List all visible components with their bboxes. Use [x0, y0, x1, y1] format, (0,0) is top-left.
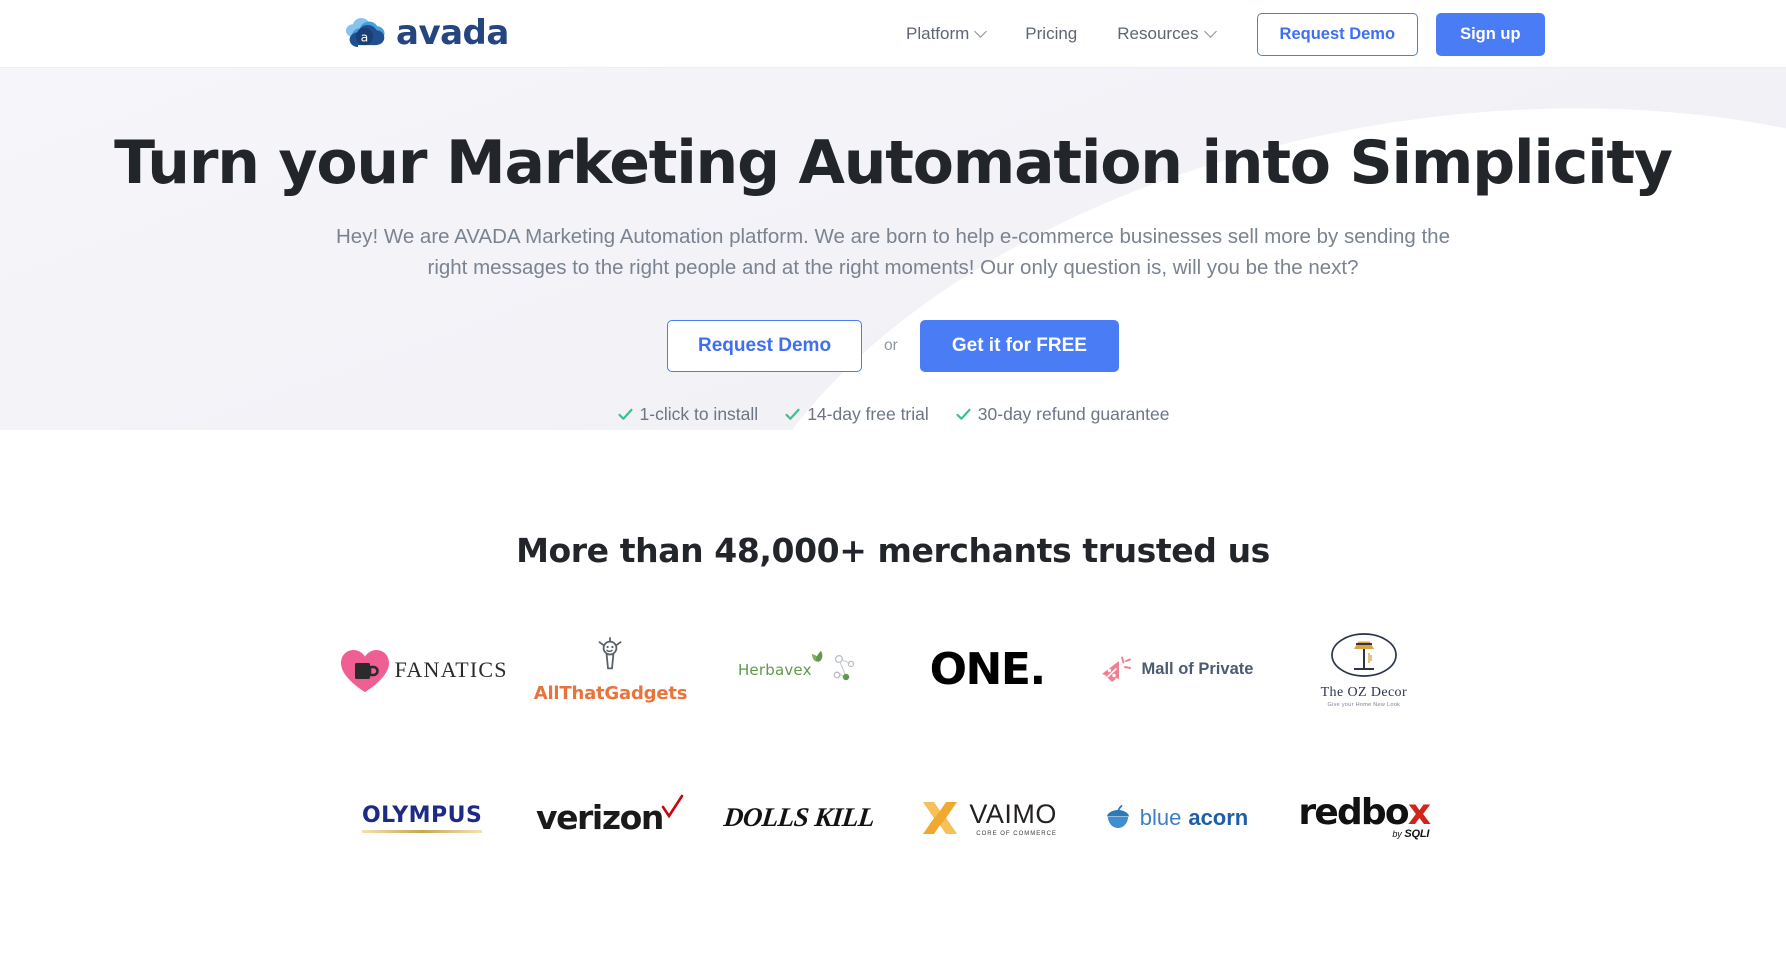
heart-mug-icon	[340, 649, 389, 692]
chevron-down-icon	[1203, 24, 1217, 38]
leaf-molecule-icon	[811, 650, 854, 680]
trust-badge: 1-click to install	[617, 403, 759, 425]
megaphone-percent-icon	[1101, 656, 1131, 682]
merchant-logo-label: ONE.	[929, 644, 1047, 695]
merchant-logo-label: The OZ Decor	[1320, 685, 1408, 700]
merchant-logo-dolls-kill: DOLLS KILL	[722, 772, 876, 864]
merchant-logo-label: Herbavex	[737, 660, 812, 679]
merchant-logo-grid: FANATICS AllThatGadgets Herbavex ONE. Ma…	[328, 624, 1458, 864]
red-check-icon	[661, 794, 684, 819]
nav-item-resources-label: Resources	[1117, 24, 1199, 43]
trust-badge-label: 1-click to install	[639, 403, 759, 424]
site-header: a avada Platform Pricing Resources Reque…	[0, 0, 1786, 68]
hero-subtitle: Hey! We are AVADA Marketing Automation p…	[336, 225, 1450, 280]
svg-text:a: a	[361, 29, 369, 44]
check-icon	[956, 408, 971, 420]
merchant-logo-mall-of-private: Mall of Private	[1098, 624, 1254, 716]
hero-request-demo-button[interactable]: Request Demo	[667, 319, 863, 372]
merchant-logo-olympus: OLYMPUS	[361, 772, 483, 864]
merchant-logo-label: redbox	[1298, 792, 1431, 833]
merchant-logo-fanatics: FANATICS	[337, 624, 508, 716]
merchant-logo-allthatgadgets: AllThatGadgets	[533, 624, 688, 716]
merchant-logo-tagline: CORE OF COMMERCE	[976, 830, 1057, 837]
merchant-logo-label: VAIMO	[969, 798, 1057, 829]
acorn-icon	[1106, 804, 1129, 828]
merchant-logo-label: Mall of Private	[1141, 660, 1254, 678]
hero-background-bottom-mask	[0, 430, 1090, 520]
merchant-logo-label: DOLLS KILL	[722, 802, 876, 832]
nav-item-pricing-label: Pricing	[1025, 24, 1078, 43]
redbox-word-main: redbox	[1298, 792, 1431, 833]
merchant-logo-one: ONE.	[929, 624, 1047, 716]
landing-page: a avada Platform Pricing Resources Reque…	[0, 0, 1786, 964]
main-navigation: Platform Pricing Resources Request Demo …	[886, 0, 1545, 68]
nav-item-pricing[interactable]: Pricing	[1005, 24, 1097, 44]
merchant-logo-blue-acorn: blue acorn	[1103, 772, 1249, 864]
merchant-logo-label: OLYMPUS	[361, 802, 483, 828]
merchant-logo-label-primary: blue	[1139, 804, 1182, 830]
merchant-logo-redbox: redbox by SQLI	[1298, 772, 1431, 864]
page-title: Turn your Marketing Automation into Simp…	[114, 128, 1673, 198]
cta-or-label: or	[884, 336, 898, 354]
chevron-down-icon	[974, 24, 988, 38]
hero-section: Turn your Marketing Automation into Simp…	[0, 68, 1786, 425]
avada-cloud-logo-icon: a	[346, 18, 385, 47]
hero-trust-badges: 1-click to install 14-day free trial 30-…	[0, 404, 1786, 425]
merchant-logo-the-oz-decor: The OZ Decor Give your Home New Look	[1321, 624, 1407, 716]
merchant-logo-label-secondary: acorn	[1188, 804, 1249, 830]
trust-badge-label: 30-day refund guarantee	[977, 403, 1170, 424]
merchants-section: More than 48,000+ merchants trusted us F…	[0, 531, 1786, 864]
check-icon	[785, 408, 800, 420]
nav-item-platform-label: Platform	[906, 24, 970, 43]
trust-badge-label: 14-day free trial	[807, 403, 929, 424]
header-signup-button[interactable]: Sign up	[1436, 12, 1545, 56]
merchants-title: More than 48,000+ merchants trusted us	[516, 530, 1270, 570]
merchant-logo-tagline: Give your Home New Look	[1327, 702, 1401, 708]
merchant-logo-label: AllThatGadgets	[533, 682, 688, 704]
merchant-logo-herbavex: Herbavex	[738, 624, 860, 716]
lamp-oval-icon	[1330, 633, 1397, 677]
merchant-logo-label: verizon	[535, 798, 664, 837]
hero-cta-row: Request Demo or Get it for FREE	[0, 319, 1786, 372]
trust-badge: 30-day refund guarantee	[955, 403, 1170, 425]
merchant-logo-label: FANATICS	[394, 656, 508, 682]
nav-item-platform[interactable]: Platform	[886, 24, 1005, 44]
nav-item-resources[interactable]: Resources	[1097, 24, 1234, 44]
gadget-icon	[599, 636, 622, 669]
brand-logo-link[interactable]: a avada	[343, 11, 509, 55]
merchant-logo-vaimo: VAIMO CORE OF COMMERCE	[917, 772, 1057, 864]
trust-badge: 14-day free trial	[784, 404, 929, 425]
check-icon	[617, 408, 633, 420]
olympus-underline	[361, 829, 483, 833]
hero-get-it-free-button[interactable]: Get it for FREE	[919, 319, 1119, 372]
brand-name: avada	[396, 13, 509, 53]
merchant-logo-verizon: verizon	[536, 772, 685, 864]
orange-x-icon	[923, 801, 958, 834]
header-request-demo-button[interactable]: Request Demo	[1256, 12, 1419, 56]
